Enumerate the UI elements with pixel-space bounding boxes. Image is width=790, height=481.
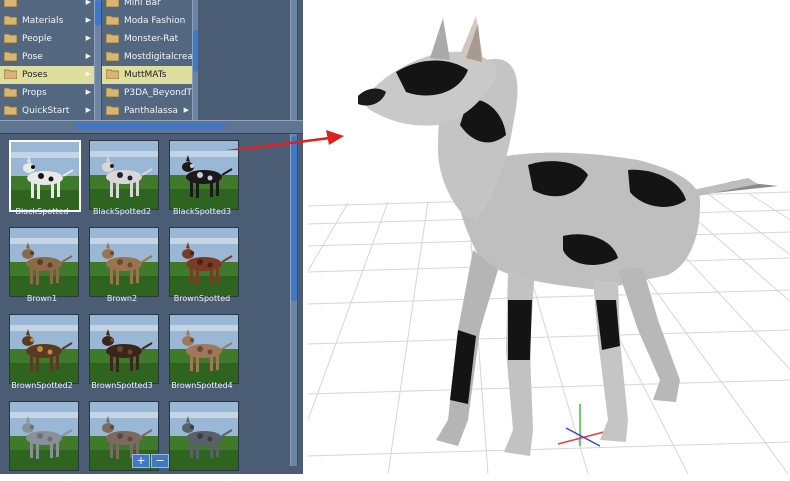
subfolder-list: Mini Bar Moda Fashion Monster-Rat Mostdigit… bbox=[102, 0, 192, 120]
item-label: People bbox=[22, 34, 52, 44]
thumbnail-image[interactable] bbox=[9, 227, 79, 297]
folder-icon bbox=[102, 87, 124, 100]
pose-thumbnail[interactable]: BlackSpotted3 bbox=[162, 134, 242, 220]
add-button[interactable]: + bbox=[132, 454, 150, 468]
empty-column bbox=[198, 0, 303, 120]
category-item[interactable]: Pose ▶ bbox=[0, 48, 94, 66]
item-label: QuickStart bbox=[22, 106, 70, 116]
subfolder-item[interactable]: Moda Fashion bbox=[102, 12, 192, 30]
item-label: Pose bbox=[22, 52, 43, 62]
pose-thumbnail[interactable]: BlackSpotted2 bbox=[82, 134, 162, 220]
folder-icon bbox=[102, 51, 124, 64]
thumbnail-scrollbar[interactable] bbox=[290, 134, 298, 466]
3d-viewport[interactable] bbox=[187, 0, 790, 475]
folder-icon bbox=[102, 69, 124, 82]
category-item[interactable]: People ▶ bbox=[0, 30, 94, 48]
thumbnail-label: Brown2 bbox=[106, 294, 138, 303]
item-label: Poses bbox=[22, 70, 48, 80]
item-label: Panthalassa bbox=[124, 106, 178, 116]
splitter-scroll-thumb[interactable] bbox=[76, 124, 226, 129]
folder-icon bbox=[102, 105, 124, 118]
thumbnail-label: BrownSpotted4 bbox=[171, 381, 233, 390]
pose-thumbnail[interactable] bbox=[2, 395, 82, 481]
thumbnail-image[interactable] bbox=[9, 140, 81, 212]
pose-thumbnail[interactable] bbox=[82, 395, 162, 481]
folder-icon bbox=[102, 33, 124, 46]
thumbnail-label: BrownSpotted3 bbox=[91, 381, 153, 390]
pose-thumbnail[interactable]: BrownSpotted bbox=[162, 221, 242, 307]
submenu-arrow-icon: ▶ bbox=[85, 34, 91, 42]
thumbnail-image[interactable] bbox=[9, 401, 79, 471]
pose-thumbnail[interactable]: BrownSpotted2 bbox=[2, 308, 82, 394]
thumbnail-image[interactable] bbox=[9, 314, 79, 384]
category-item[interactable]: QuickStart ▶ bbox=[0, 102, 94, 120]
third-column-scrollbar[interactable] bbox=[290, 0, 298, 120]
subfolder-item[interactable]: Mini Bar bbox=[102, 0, 192, 12]
pose-thumbnail[interactable] bbox=[162, 395, 242, 481]
pose-thumbnail[interactable]: Brown2 bbox=[82, 221, 162, 307]
subfolder-item[interactable]: P3DA_BeyondTheS bbox=[102, 84, 192, 102]
scene-canvas bbox=[187, 16, 790, 475]
subfolder-item[interactable]: Panthalassa ▶ bbox=[102, 102, 192, 120]
subfolder-item[interactable]: Monster-Rat bbox=[102, 30, 192, 48]
thumbnail-image[interactable] bbox=[169, 401, 239, 471]
subfolder-item[interactable]: MuttMATs bbox=[102, 66, 192, 84]
category-item[interactable]: Poses ▶ bbox=[0, 66, 94, 84]
pose-thumbnail[interactable]: BrownSpotted4 bbox=[162, 308, 242, 394]
category-list-scroll-thumb[interactable] bbox=[95, 0, 101, 26]
remove-button[interactable]: − bbox=[151, 454, 169, 468]
category-item[interactable]: Props ▶ bbox=[0, 84, 94, 102]
category-item[interactable]: ▶ bbox=[0, 0, 94, 12]
pose-thumbnail[interactable]: Brown1 bbox=[2, 221, 82, 307]
axis-gizmo bbox=[557, 404, 605, 447]
thumbnail-image[interactable] bbox=[89, 227, 159, 297]
category-list: ▶ Materials ▶ People ▶ Pose ▶ Poses ▶ Props ▶ Quick… bbox=[0, 0, 94, 120]
folder-icon bbox=[0, 15, 22, 28]
item-label: MuttMATs bbox=[124, 70, 167, 80]
folder-icon bbox=[0, 33, 22, 46]
item-label: Monster-Rat bbox=[124, 34, 179, 44]
folder-icon bbox=[0, 51, 22, 64]
submenu-arrow-icon: ▶ bbox=[85, 106, 91, 114]
submenu-arrow-icon: ▶ bbox=[85, 16, 91, 24]
item-label: Props bbox=[22, 88, 47, 98]
item-label: Mini Bar bbox=[124, 0, 161, 8]
submenu-arrow-icon: ▶ bbox=[85, 0, 91, 6]
item-label: Mostdigitalcreati bbox=[124, 52, 192, 62]
folder-icon bbox=[102, 0, 124, 10]
thumbnail-grid: BlackSpotted BlackSpotted2 BlackSpotted3 Br… bbox=[0, 134, 288, 474]
thumbnail-image[interactable] bbox=[89, 140, 159, 210]
submenu-arrow-icon: ▶ bbox=[85, 88, 91, 96]
category-list-scrollbar[interactable] bbox=[94, 0, 102, 120]
thumbnail-image[interactable] bbox=[89, 314, 159, 384]
thumbnail-label: BlackSpotted bbox=[15, 207, 69, 216]
pose-thumbnail[interactable]: BlackSpotted bbox=[2, 134, 82, 220]
category-item[interactable]: Materials ▶ bbox=[0, 12, 94, 30]
item-label: Moda Fashion bbox=[124, 16, 186, 26]
folder-icon bbox=[0, 87, 22, 100]
thumbnail-image[interactable] bbox=[169, 227, 239, 297]
pose-thumbnail[interactable]: BrownSpotted3 bbox=[82, 308, 162, 394]
thumbnail-label: BrownSpotted bbox=[173, 294, 231, 303]
panel-splitter[interactable] bbox=[0, 120, 303, 134]
folder-icon bbox=[0, 105, 22, 118]
thumbnail-label: Brown1 bbox=[26, 294, 58, 303]
folder-icon bbox=[102, 15, 124, 28]
subfolder-item[interactable]: Mostdigitalcreati bbox=[102, 48, 192, 66]
thumbnail-label: BlackSpotted2 bbox=[92, 207, 152, 216]
submenu-arrow-icon: ▶ bbox=[183, 106, 189, 114]
library-panel: ▶ Materials ▶ People ▶ Pose ▶ Poses ▶ Props ▶ Quick… bbox=[0, 0, 303, 474]
submenu-arrow-icon: ▶ bbox=[85, 70, 91, 78]
thumbnail-image[interactable] bbox=[169, 140, 239, 210]
thumbnail-label: BlackSpotted3 bbox=[172, 207, 232, 216]
item-label: P3DA_BeyondTheS bbox=[124, 88, 192, 98]
thumbnail-scroll-thumb[interactable] bbox=[291, 136, 297, 301]
thumbnail-image[interactable] bbox=[169, 314, 239, 384]
thumbnail-label: BrownSpotted2 bbox=[11, 381, 73, 390]
submenu-arrow-icon: ▶ bbox=[85, 52, 91, 60]
folder-icon bbox=[0, 0, 22, 10]
folder-icon bbox=[0, 69, 22, 82]
item-label: Materials bbox=[22, 16, 64, 26]
